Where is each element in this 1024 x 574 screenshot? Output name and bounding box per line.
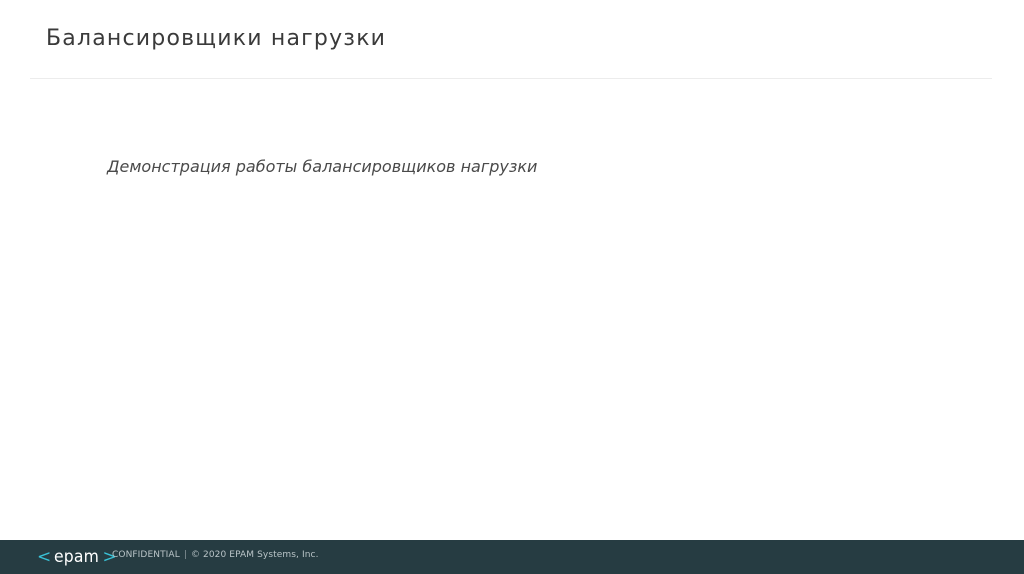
- confidential-label: CONFIDENTIAL: [112, 550, 180, 560]
- title-divider: [30, 78, 992, 79]
- footer-separator: |: [183, 550, 187, 560]
- epam-logo: < epam >: [37, 547, 117, 567]
- slide-title: Балансировщики нагрузки: [46, 26, 387, 51]
- slide-footer: < epam > CONFIDENTIAL | © 2020 EPAM System…: [0, 540, 1024, 574]
- slide: Балансировщики нагрузки Демонстрация раб…: [0, 0, 1024, 574]
- logo-wordmark: epam: [54, 547, 100, 567]
- logo-left-chevron-icon: <: [37, 547, 52, 567]
- copyright-text: © 2020 EPAM Systems, Inc.: [190, 550, 319, 560]
- slide-body-text: Демонстрация работы балансировщиков нагр…: [107, 157, 538, 176]
- footer-legal-text: CONFIDENTIAL | © 2020 EPAM Systems, Inc.: [112, 550, 319, 560]
